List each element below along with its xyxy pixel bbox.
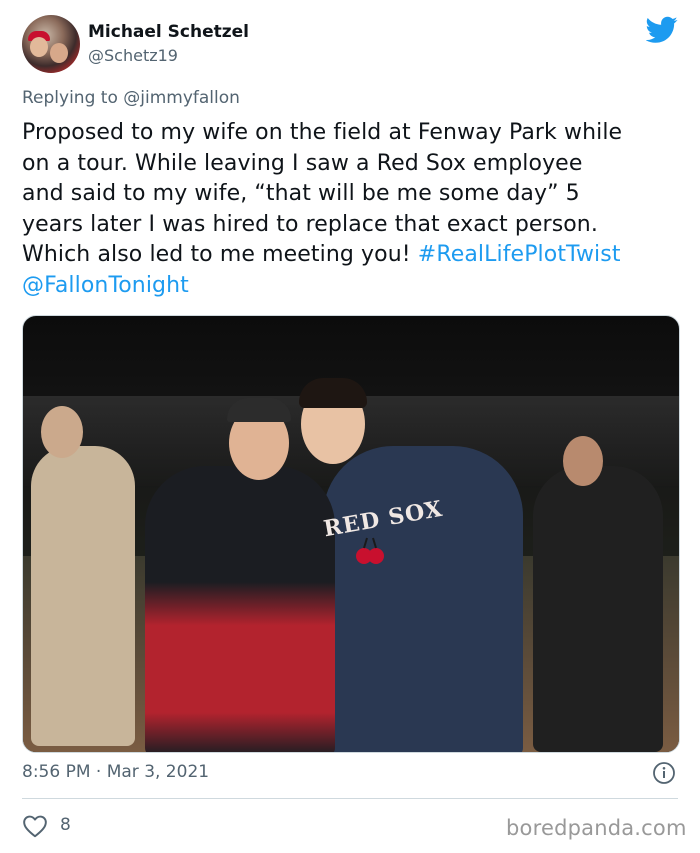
tweet-text-line: Proposed to my wife on the field at Fenw… xyxy=(22,120,623,145)
replying-to-label: Replying to xyxy=(22,88,118,108)
replying-to: Replying to @jimmyfallon xyxy=(22,88,240,108)
heart-icon[interactable] xyxy=(22,814,48,838)
photo-person-head xyxy=(41,406,83,458)
avatar[interactable] xyxy=(22,15,80,73)
photo-person-cap xyxy=(227,398,291,422)
red-sox-logo-icon xyxy=(356,537,384,564)
tweet-text-line-end: Which also led to me meeting you! xyxy=(22,242,418,267)
author-handle[interactable]: @Schetz19 xyxy=(88,46,178,65)
avatar-face xyxy=(50,43,68,63)
tweet-text-line: @FallonTonight xyxy=(22,271,682,302)
author-display-name[interactable]: Michael Schetzel xyxy=(88,22,249,42)
photo-person-head xyxy=(563,436,603,486)
tweet-text-line: on a tour. While leaving I saw a Red Sox… xyxy=(22,150,583,176)
tweet-text-line: Which also led to me meeting you! #RealL… xyxy=(22,240,682,271)
watermark: boredpanda.com xyxy=(506,816,687,840)
avatar-face xyxy=(30,37,48,57)
tweet-text-line: and said to my wife, “that will be me so… xyxy=(22,181,580,206)
tweet-text-line: years later I was hired to replace that … xyxy=(22,211,598,237)
mention-link[interactable]: @FallonTonight xyxy=(22,273,189,298)
photo-person xyxy=(323,446,523,752)
info-icon[interactable] xyxy=(652,761,676,785)
photo-person xyxy=(31,446,135,746)
photo-person xyxy=(145,466,335,752)
replying-to-mention[interactable]: @jimmyfallon xyxy=(123,88,240,108)
photo-person-hair xyxy=(299,378,367,408)
twitter-bird-icon[interactable] xyxy=(646,16,678,44)
tweet-photo[interactable]: RED SOX xyxy=(22,315,680,753)
divider xyxy=(22,798,678,799)
like-count: 8 xyxy=(60,815,71,835)
tweet-card: Michael Schetzel @Schetz19 Replying to @… xyxy=(0,0,700,853)
tweet-timestamp[interactable]: 8:56 PM · Mar 3, 2021 xyxy=(22,762,209,782)
hashtag-link[interactable]: #RealLifePlotTwist xyxy=(418,242,621,267)
tweet-text: Proposed to my wife on the field at Fenw… xyxy=(22,118,682,301)
photo-person xyxy=(533,466,663,752)
